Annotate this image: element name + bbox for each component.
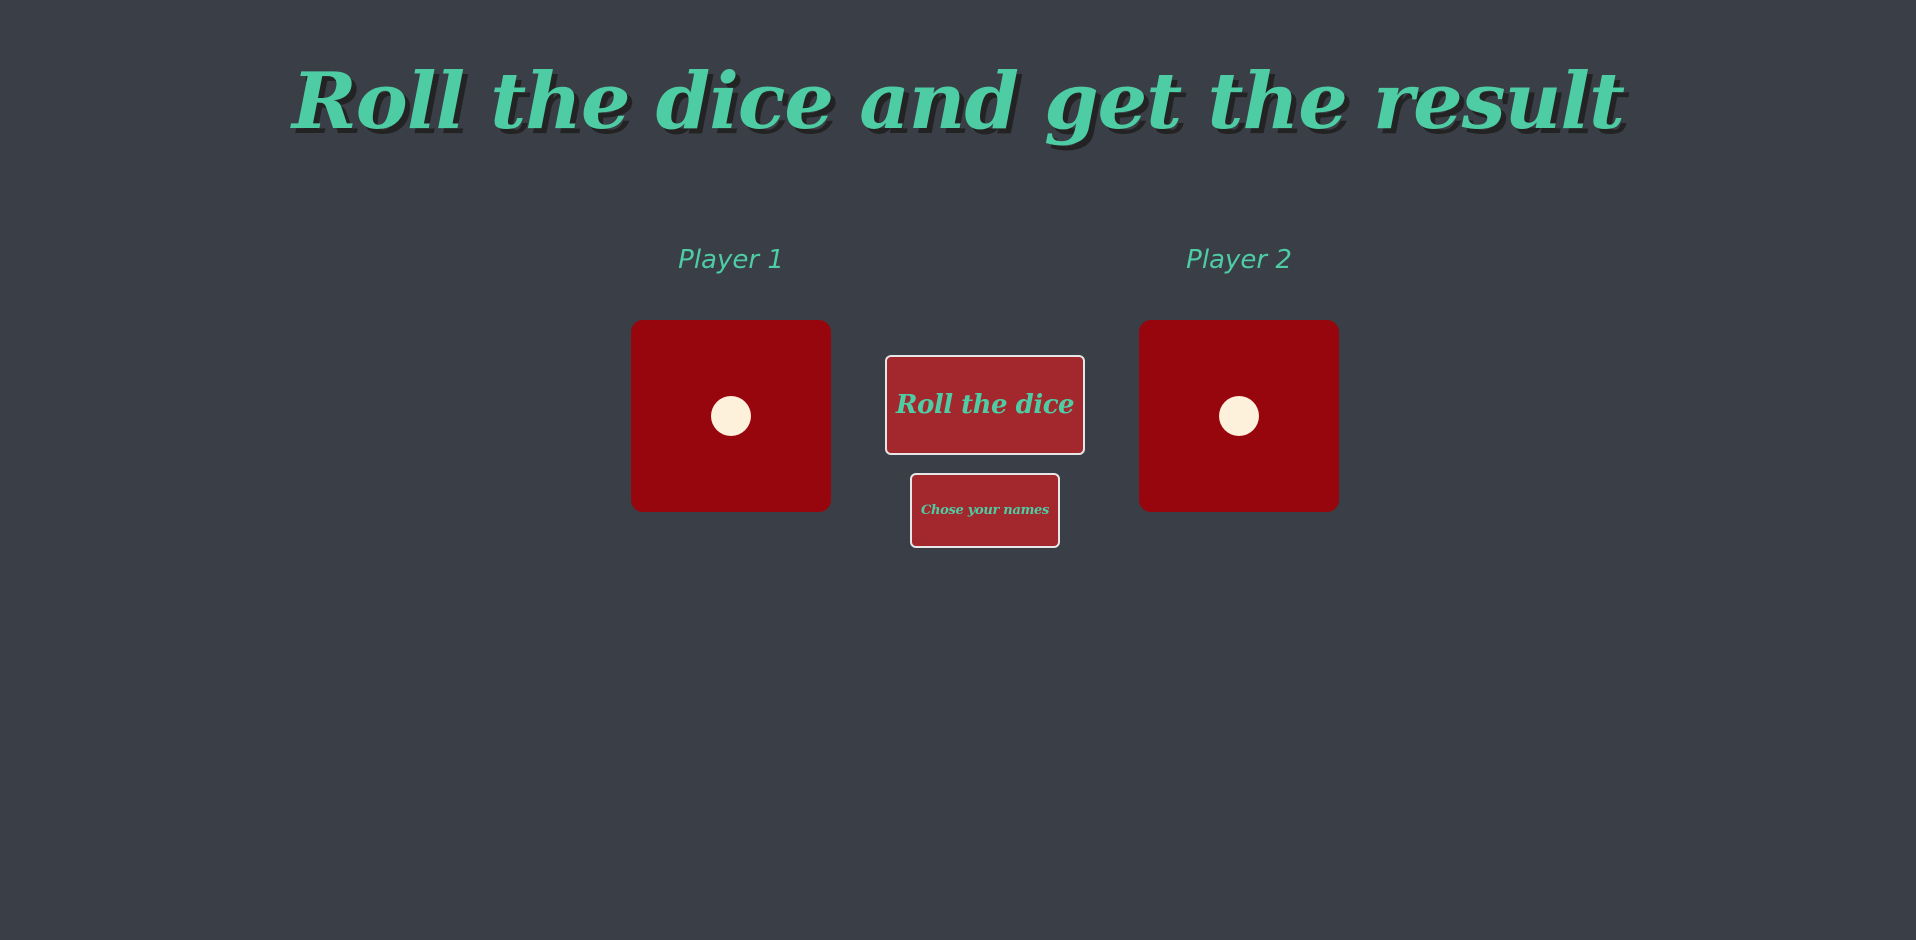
choose-names-button[interactable]: Chose your names <box>910 473 1060 548</box>
player-2-die <box>1139 320 1339 512</box>
player-2-name: Player 2 <box>1186 245 1292 275</box>
player-1-die <box>631 320 831 512</box>
page-title: Roll the dice and get the result <box>291 56 1625 147</box>
player-1-name: Player 1 <box>678 245 784 275</box>
die-pip-icon <box>711 396 751 436</box>
roll-dice-button[interactable]: Roll the dice <box>885 355 1085 455</box>
die-pip-icon <box>1219 396 1259 436</box>
